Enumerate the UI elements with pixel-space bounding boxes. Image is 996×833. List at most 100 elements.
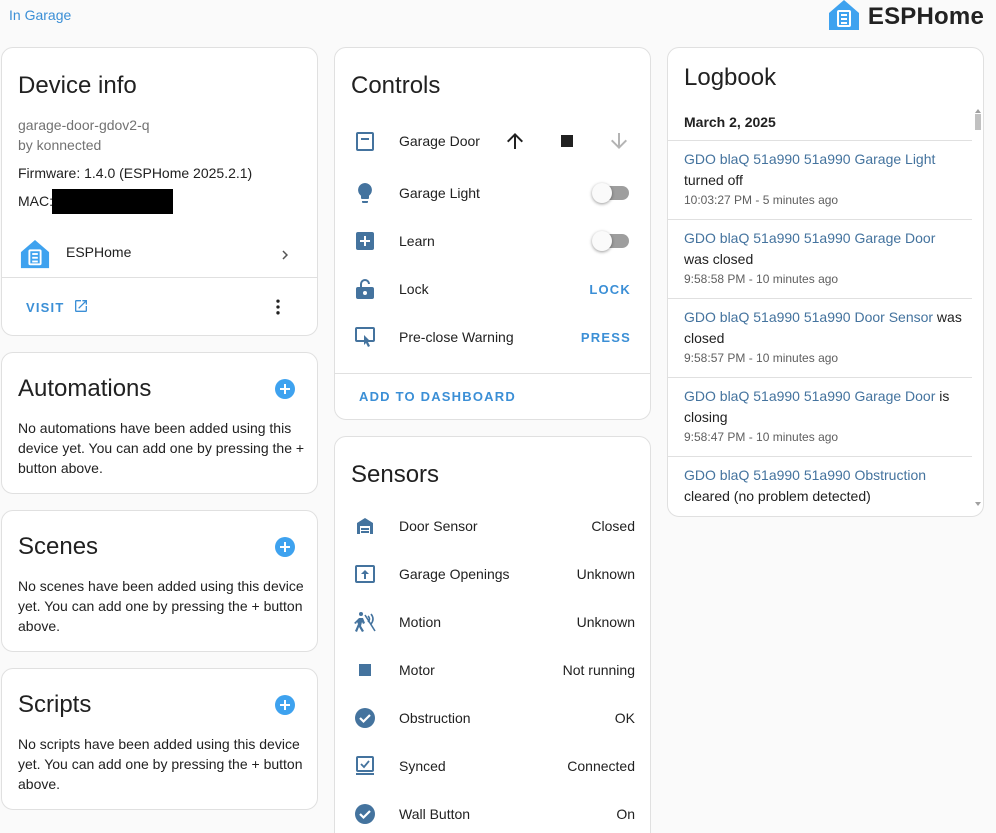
sensor-label: Door Sensor	[399, 518, 478, 534]
visit-button[interactable]: VISIT	[26, 298, 89, 317]
scenes-title: Scenes	[18, 533, 99, 560]
automations-empty-text: No automations have been added using thi…	[18, 420, 305, 476]
sensor-label: Motor	[399, 662, 435, 678]
log-entity-link[interactable]: GDO blaQ 51a990 51a990 Garage Door	[684, 230, 935, 246]
device-model: garage-door-gdov2-q	[18, 117, 150, 133]
log-entry-text: GDO blaQ 51a990 51a990 Garage Door was c…	[684, 228, 964, 270]
press-button[interactable]: PRESS	[581, 330, 631, 345]
controls-card: Controls Garage Door Garage Light Learn	[334, 47, 651, 420]
log-entry: GDO blaQ 51a990 51a990 Garage Light turn…	[668, 140, 972, 219]
garage-icon	[353, 514, 377, 538]
more-menu-button[interactable]	[268, 296, 288, 323]
integration-label: ESPHome	[66, 244, 132, 260]
garage-light-toggle[interactable]	[592, 183, 629, 203]
visit-label: VISIT	[26, 300, 65, 315]
sensors-card: Sensors Door Sensor Closed Garage Openin…	[334, 436, 651, 833]
log-time: 9:58:58 PM - 10 minutes ago	[684, 272, 839, 286]
logbook-list[interactable]: GDO blaQ 51a990 51a990 Garage Light turn…	[668, 140, 972, 508]
gesture-tap-icon	[353, 325, 377, 349]
automations-card: Automations No automations have been add…	[1, 352, 318, 494]
sensor-value: Not running	[562, 662, 635, 678]
scenes-card: Scenes No scenes have been added using t…	[1, 510, 318, 652]
control-label: Garage Door	[399, 133, 480, 149]
sensor-value: On	[616, 806, 635, 822]
scripts-empty-text: No scripts have been added using this de…	[18, 736, 303, 792]
scenes-empty-text: No scenes have been added using this dev…	[18, 578, 304, 634]
control-label: Learn	[399, 233, 435, 249]
sensor-value: Unknown	[576, 566, 635, 582]
sensors-title: Sensors	[351, 461, 440, 488]
log-entry: GDO blaQ 51a990 51a990 Garage Door was c…	[668, 219, 972, 298]
lock-open-icon	[353, 277, 377, 301]
add-scene-button[interactable]	[275, 537, 295, 557]
scripts-title: Scripts	[18, 691, 92, 718]
sensor-label: Obstruction	[399, 710, 471, 726]
log-entity-link[interactable]: GDO blaQ 51a990 51a990 Garage Door	[684, 388, 935, 404]
arrow-up-icon[interactable]	[503, 129, 527, 153]
logbook-scrollbar[interactable]	[972, 109, 983, 510]
control-row-garage-light[interactable]: Garage Light	[335, 173, 650, 213]
log-entity-link[interactable]: GDO blaQ 51a990 51a990 Garage Light	[684, 151, 935, 167]
lock-button[interactable]: LOCK	[589, 282, 631, 297]
sensor-row-obstruction[interactable]: Obstruction OK	[335, 698, 650, 738]
sensor-row-motor[interactable]: Motor Not running	[335, 650, 650, 690]
monitor-icon	[353, 754, 377, 778]
sensor-row-synced[interactable]: Synced Connected	[335, 746, 650, 786]
add-to-dashboard-button[interactable]: ADD TO DASHBOARD	[359, 389, 516, 404]
motion-sensor-icon	[353, 610, 377, 634]
logbook-title: Logbook	[684, 64, 777, 91]
control-row-garage-door[interactable]: Garage Door	[335, 121, 650, 161]
log-entry-text: GDO blaQ 51a990 51a990 Door Sensor was c…	[684, 307, 964, 349]
sensor-label: Synced	[399, 758, 446, 774]
scroll-up-arrow[interactable]	[975, 109, 981, 113]
sensor-label: Garage Openings	[399, 566, 510, 582]
device-manufacturer: by konnected	[18, 137, 102, 153]
log-time: 9:58:57 PM - 10 minutes ago	[684, 351, 839, 365]
sensor-label: Motion	[399, 614, 442, 630]
add-script-button[interactable]	[275, 695, 295, 715]
log-entry: GDO blaQ 51a990 51a990 Garage Door is cl…	[668, 377, 972, 456]
control-row-learn[interactable]: Learn	[335, 221, 650, 261]
sensor-value: OK	[614, 710, 635, 726]
log-entry: GDO blaQ 51a990 51a990 Obstruction clear…	[668, 456, 972, 508]
control-label: Lock	[399, 281, 429, 297]
logbook-date: March 2, 2025	[684, 114, 776, 130]
sensor-row-garage-openings[interactable]: Garage Openings Unknown	[335, 554, 650, 594]
log-entity-link[interactable]: GDO blaQ 51a990 51a990 Door Sensor	[684, 309, 933, 325]
log-entry-text: GDO blaQ 51a990 51a990 Obstruction clear…	[684, 465, 964, 507]
esphome-icon	[20, 239, 50, 274]
top-bar: In Garage ESPHome	[0, 0, 996, 40]
scroll-down-arrow[interactable]	[975, 502, 981, 506]
sensor-row-motion[interactable]: Motion Unknown	[335, 602, 650, 642]
divider	[2, 277, 317, 278]
scroll-thumb[interactable]	[975, 114, 981, 130]
logbook-card: Logbook March 2, 2025 GDO blaQ 51a990 51…	[667, 47, 984, 517]
dots-vertical-icon	[268, 299, 288, 322]
log-entry-text: GDO blaQ 51a990 51a990 Garage Door is cl…	[684, 386, 964, 428]
check-circle-icon	[353, 802, 377, 826]
learn-toggle[interactable]	[592, 231, 629, 251]
log-entry-text: GDO blaQ 51a990 51a990 Garage Light turn…	[684, 149, 964, 191]
chevron-right-icon	[276, 246, 294, 269]
device-mac-label: MAC:	[18, 193, 53, 209]
integration-row-esphome[interactable]: ESPHome	[2, 233, 317, 277]
log-time: 10:03:27 PM - 5 minutes ago	[684, 193, 839, 207]
arrow-down-icon	[607, 129, 631, 153]
control-label: Pre-close Warning	[399, 329, 514, 345]
area-link[interactable]: In Garage	[9, 7, 71, 23]
lightbulb-icon	[353, 181, 377, 205]
add-automation-button[interactable]	[275, 379, 295, 399]
log-entity-link[interactable]: GDO blaQ 51a990 51a990 Obstruction	[684, 467, 926, 483]
device-info-card: Device info garage-door-gdov2-q by konne…	[1, 47, 318, 336]
control-label: Garage Light	[399, 185, 480, 201]
log-message: turned off	[684, 172, 743, 188]
divider	[335, 373, 650, 374]
controls-title: Controls	[351, 72, 441, 99]
control-row-lock[interactable]: Lock LOCK	[335, 269, 650, 309]
garage-icon	[353, 129, 377, 153]
stop-icon[interactable]	[555, 129, 579, 153]
sensor-row-door-sensor[interactable]: Door Sensor Closed	[335, 506, 650, 546]
sensor-row-wall-button[interactable]: Wall Button On	[335, 794, 650, 833]
control-row-pre-close-warning[interactable]: Pre-close Warning PRESS	[335, 317, 650, 357]
log-message: was closed	[684, 251, 754, 267]
